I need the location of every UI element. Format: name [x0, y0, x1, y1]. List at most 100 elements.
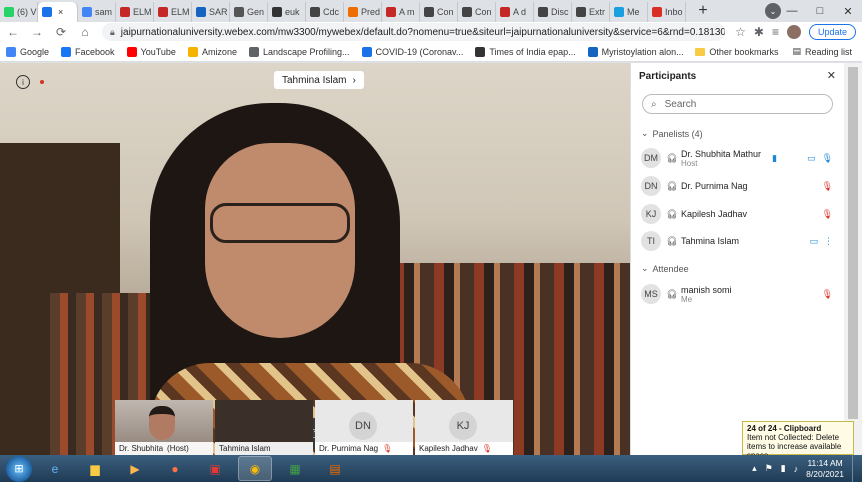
browser-tab[interactable]: Me — [610, 2, 648, 22]
extensions-icon[interactable]: ✱ — [754, 25, 764, 39]
taskbar-excel-icon[interactable]: ▦ — [278, 456, 312, 481]
bookmarks-right: Other bookmarks ▤ Reading list — [695, 46, 852, 57]
taskbar-firefox-icon[interactable]: ● — [158, 456, 192, 481]
avatar: DN — [641, 176, 661, 196]
back-button[interactable]: ← — [6, 25, 20, 39]
chevron-down-icon: ⌄ — [641, 263, 649, 273]
network-icon[interactable]: ▮ — [781, 463, 786, 474]
bookmark-favicon-icon — [587, 46, 598, 57]
bookmark-favicon-icon — [475, 46, 486, 57]
address-bar[interactable]: 🔒︎ jaipurnationaluniversity.webex.com/mw… — [102, 23, 726, 41]
bookmark-favicon-icon — [6, 46, 16, 57]
bookmark-item[interactable]: Times of India epap... — [475, 46, 576, 57]
tab-favicon-icon — [158, 7, 168, 17]
browser-tab[interactable]: A d — [496, 2, 534, 22]
menu-icon[interactable]: ≡ — [772, 25, 779, 39]
participant-row[interactable]: TI 🎧︎ Tahmina Islam ▭ ⋮ — [641, 229, 837, 253]
tab-favicon-icon — [42, 7, 52, 17]
participant-thumbnail[interactable]: Dr. Shubhita (Host) — [115, 400, 213, 455]
forward-button[interactable]: → — [30, 25, 44, 39]
participant-status: 🎙︎ — [822, 181, 833, 192]
other-bookmarks[interactable]: Other bookmarks — [695, 46, 778, 57]
browser-tab[interactable]: euk — [268, 2, 306, 22]
mic-icon: 🎙︎ — [821, 152, 833, 163]
show-desktop-button[interactable] — [852, 455, 862, 482]
close-tab-icon[interactable]: × — [58, 7, 63, 17]
browser-tab[interactable]: Pred — [344, 2, 382, 22]
tab-strip: (6) V × sam ELM ELM SAR Gen euk Cdc Pred A m Con Con… — [0, 0, 862, 22]
bookmark-item[interactable]: YouTube — [126, 46, 176, 57]
page-scrollbar[interactable] — [844, 63, 862, 455]
browser-tab[interactable]: Gen — [230, 2, 268, 22]
profile-avatar[interactable] — [786, 25, 801, 39]
bookmark-item[interactable]: Myristoylation alon... — [587, 46, 684, 57]
avatar: KJ — [641, 204, 661, 224]
taskbar-media-icon[interactable]: ▶ — [118, 456, 152, 481]
browser-tab[interactable]: Disc — [534, 2, 572, 22]
browser-tab[interactable]: Cdc — [306, 2, 344, 22]
bookmark-item[interactable]: COVID-19 (Coronav... — [361, 46, 463, 57]
maximize-button[interactable]: □ — [806, 0, 834, 22]
browser-tab[interactable]: Extr — [572, 2, 610, 22]
taskbar-explorer-icon[interactable]: ▆ — [78, 456, 112, 481]
participant-row[interactable]: DN 🎧︎ Dr. Purnima Nag 🎙︎ — [641, 174, 837, 198]
avatar: TI — [641, 231, 661, 251]
reading-list[interactable]: ▤ Reading list — [792, 46, 852, 57]
bookmark-favicon-icon — [126, 46, 137, 57]
close-panel-icon[interactable]: ✕ — [827, 69, 836, 82]
close-window-button[interactable]: ✕ — [834, 0, 862, 22]
attendee-section-toggle[interactable]: ⌄ Attendee — [641, 263, 689, 274]
minimize-button[interactable]: — — [778, 0, 806, 22]
tray-arrow-icon[interactable]: ▴ — [752, 463, 757, 474]
taskbar-clock[interactable]: 11:14 AM 8/20/2021 — [806, 458, 844, 480]
browser-tab[interactable]: (6) V — [0, 2, 38, 22]
thumbnail-label: Dr. Purnima Nag 🎙︎ — [315, 442, 413, 455]
participant-name: Tahmina Islam — [681, 236, 740, 246]
bookmark-item[interactable]: Facebook — [61, 46, 115, 57]
bookmark-item[interactable]: Landscape Profiling... — [248, 46, 350, 57]
browser-tab[interactable]: ELM — [116, 2, 154, 22]
taskbar-chrome-icon[interactable]: ◉ — [238, 456, 272, 481]
taskbar-ie-icon[interactable]: e — [38, 456, 72, 481]
home-button[interactable]: ⌂ — [78, 25, 92, 39]
participant-row[interactable]: MS 🎧︎ manish somi Me 🎙︎ — [641, 282, 837, 306]
update-button[interactable]: Update — [808, 24, 856, 40]
speaker-glasses — [210, 203, 350, 243]
window-controls: — □ ✕ — [778, 0, 862, 22]
taskbar-powerpoint-icon[interactable]: ▤ — [318, 456, 352, 481]
participant-status: ▮ ▭ 🎙︎ — [772, 153, 833, 164]
browser-tab[interactable]: ELM — [154, 2, 192, 22]
panelists-section-toggle[interactable]: ⌄ Panelists (4) — [641, 128, 703, 139]
browser-tab[interactable]: sam — [78, 2, 116, 22]
browser-tab[interactable]: Con — [458, 2, 496, 22]
browser-tab[interactable]: A m — [382, 2, 420, 22]
reading-list-icon: ▤ — [792, 46, 801, 56]
browser-tab[interactable]: Inbo — [648, 2, 686, 22]
taskbar-pdf-icon[interactable]: ▣ — [198, 456, 232, 481]
participant-search-input[interactable]: ⌕ Search — [642, 94, 833, 114]
start-button[interactable]: ⊞ — [6, 455, 32, 482]
browser-tab[interactable]: Con — [420, 2, 458, 22]
main-video: i Tahmina Islam › 🎙︎ 👤︎ ⍰ ··· ✕ — [0, 63, 630, 455]
participant-row[interactable]: DM 🎧︎ Dr. Shubhita Mathur Host ▮ ▭ 🎙︎ — [641, 146, 837, 170]
meeting-info-icon[interactable]: i — [16, 75, 30, 89]
participant-thumbnail[interactable]: DN Dr. Purnima Nag 🎙︎ — [315, 400, 413, 455]
browser-tab[interactable]: SAR — [192, 2, 230, 22]
bookmark-item[interactable]: Amizone — [187, 46, 237, 57]
clipboard-notification[interactable]: 24 of 24 - Clipboard Item not Collected:… — [742, 421, 854, 460]
tab-favicon-icon — [386, 7, 396, 17]
participant-row[interactable]: KJ 🎧︎ Kapilesh Jadhav 🎙︎ — [641, 202, 837, 226]
reload-button[interactable]: ⟳ — [54, 25, 68, 39]
volume-icon[interactable]: ♪ — [794, 464, 799, 474]
participant-thumbnail[interactable]: KJ Kapilesh Jadhav 🎙︎ — [415, 400, 513, 455]
flag-icon[interactable]: ⚑ — [765, 463, 773, 474]
new-tab-button[interactable]: + — [692, 0, 714, 22]
tab-favicon-icon — [614, 7, 624, 17]
scrollbar-thumb[interactable] — [848, 67, 858, 419]
bookmark-item[interactable]: Google — [6, 46, 49, 57]
muted-mic-icon: 🎙︎ — [821, 180, 833, 191]
browser-tab[interactable]: × — [38, 2, 78, 22]
participant-thumbnail[interactable]: Tahmina Islam — [215, 400, 313, 455]
folder-icon — [695, 47, 706, 56]
star-icon[interactable]: ☆ — [735, 25, 746, 39]
